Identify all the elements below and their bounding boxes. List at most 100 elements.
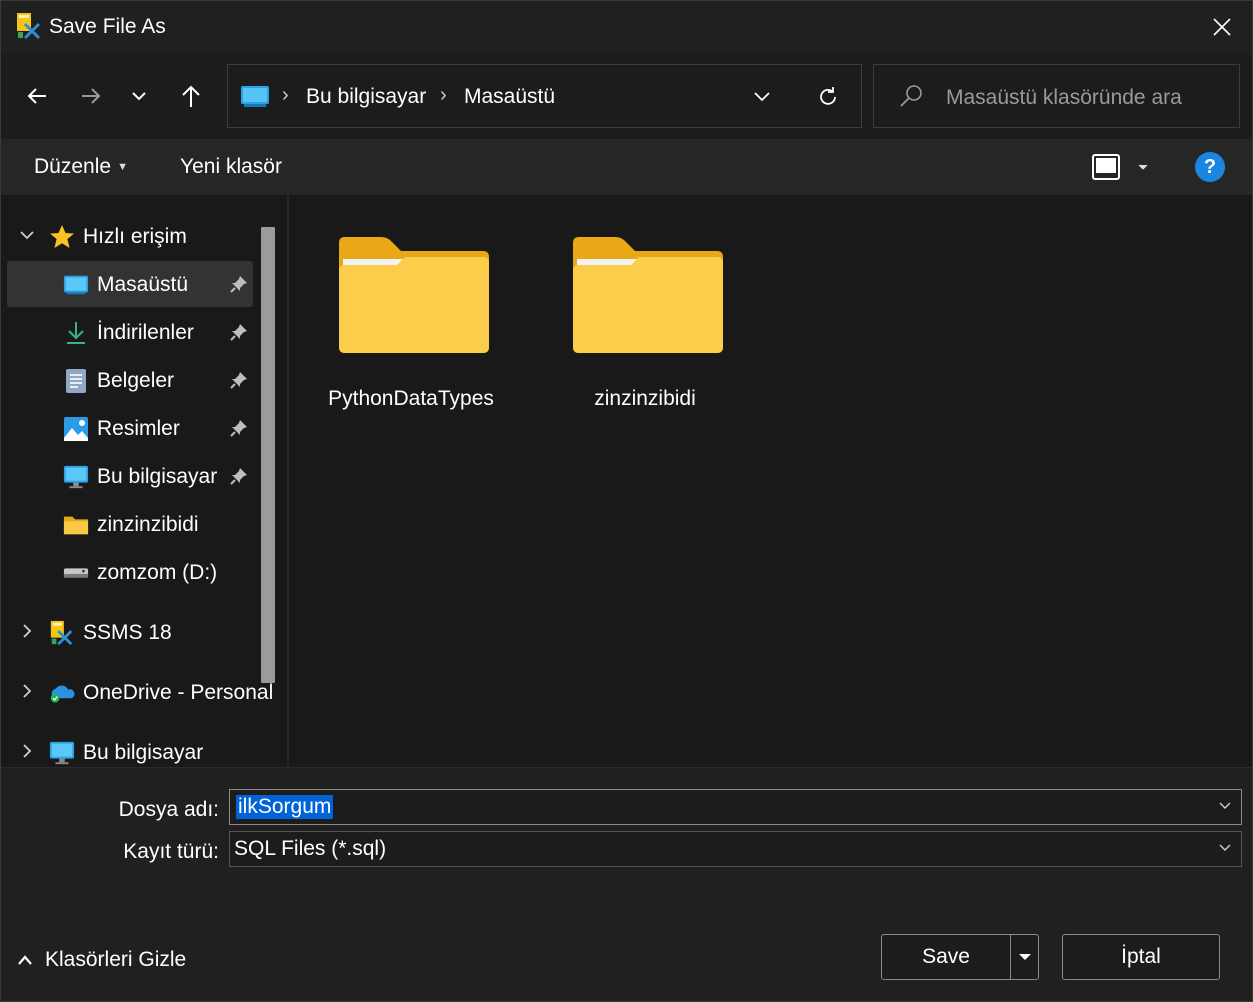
chevron-down-icon (754, 92, 770, 102)
sidebar-item-this-pc[interactable]: Bu bilgisayar (7, 729, 253, 767)
view-pane-icon (1092, 154, 1120, 180)
caret-down-icon (1138, 164, 1148, 170)
sidebar-item-label: zinzinzibidi (97, 513, 199, 536)
navigation-pane: Hızlı erişim Masaüstü İndirilenler Belge… (1, 195, 287, 767)
hide-folders-button[interactable]: Klasörleri Gizle (17, 948, 186, 972)
documents-icon (63, 368, 89, 394)
sidebar-item-zinzinzibidi[interactable]: zinzinzibidi (7, 501, 253, 547)
close-icon (1213, 18, 1231, 36)
chevron-down-icon[interactable] (1217, 798, 1233, 814)
cancel-button[interactable]: İptal (1062, 934, 1220, 980)
computer-icon (240, 85, 270, 114)
title-bar: Save File As (1, 1, 1252, 54)
hide-folders-label: Klasörleri Gizle (45, 948, 187, 971)
file-list: PythonDataTypes zinzinzibidi (289, 195, 1252, 767)
arrow-right-icon (82, 88, 101, 104)
sidebar-item-ssms[interactable]: SSMS 18 (7, 609, 253, 655)
arrow-left-icon (27, 88, 46, 104)
filetype-select[interactable]: SQL Files (*.sql) (229, 831, 1242, 867)
recent-locations-button[interactable] (119, 76, 159, 116)
drive-icon (63, 560, 89, 586)
chevron-right-icon[interactable] (19, 621, 35, 641)
chevron-up-icon (18, 955, 32, 965)
chevron-right-icon[interactable] (19, 681, 35, 701)
sidebar-item-label: Hızlı erişim (83, 225, 187, 248)
folder-name: PythonDataTypes (328, 387, 494, 410)
navigation-bar: › Bu bilgisayar › Masaüstü (1, 54, 1252, 139)
folder-icon (63, 512, 89, 538)
sidebar-item-this-pc-pinned[interactable]: Bu bilgisayar (7, 453, 253, 499)
sidebar-item-label: Resimler (97, 417, 180, 440)
computer-icon (49, 740, 75, 766)
ssms-icon (49, 620, 75, 646)
organize-menu[interactable]: Düzenle ▼ (34, 155, 128, 179)
search-input[interactable] (946, 84, 1226, 112)
forward-button[interactable] (71, 76, 111, 116)
sidebar-item-quick-access[interactable]: Hızlı erişim (7, 213, 253, 259)
pin-icon[interactable] (229, 322, 249, 342)
filename-value[interactable]: ilkSorgum (236, 795, 334, 819)
sidebar-item-pictures[interactable]: Resimler (7, 405, 253, 451)
search-icon (898, 83, 924, 114)
save-file-dialog: Save File As › Bu bilgisayar › Masaüstü … (0, 0, 1253, 1002)
address-history-button[interactable] (746, 83, 778, 111)
chevron-down-icon[interactable] (1217, 840, 1233, 856)
close-button[interactable] (1202, 9, 1242, 45)
pin-icon[interactable] (229, 466, 249, 486)
save-options-pane: Dosya adı: ilkSorgum Kayıt türü: SQL Fil… (1, 767, 1252, 1001)
help-button[interactable]: ? (1195, 152, 1225, 182)
onedrive-icon (49, 680, 75, 706)
filename-label: Dosya adı: (118, 798, 219, 821)
sidebar-item-downloads[interactable]: İndirilenler (7, 309, 253, 355)
command-bar: Düzenle ▼ Yeni klasör ? (1, 139, 1252, 195)
sidebar-item-label: Bu bilgisayar (97, 465, 218, 488)
filename-field[interactable]: ilkSorgum (229, 789, 1242, 825)
ssms-app-icon (15, 12, 43, 40)
arrow-up-icon (182, 85, 200, 107)
breadcrumb-separator: › (282, 84, 289, 106)
chevron-down-icon (132, 92, 146, 101)
pin-icon[interactable] (229, 418, 249, 438)
computer-icon (63, 464, 89, 490)
sidebar-item-drive-d[interactable]: zomzom (D:) (7, 549, 253, 595)
window-title: Save File As (49, 15, 166, 38)
new-folder-button[interactable]: Yeni klasör (180, 155, 282, 179)
change-view-button[interactable] (1091, 151, 1151, 183)
search-box[interactable] (873, 64, 1240, 128)
sidebar-scrollbar[interactable] (261, 227, 275, 683)
sidebar-item-label: Bu bilgisayar (83, 741, 204, 764)
organize-label: Düzenle (34, 155, 112, 178)
sidebar-item-desktop[interactable]: Masaüstü (7, 261, 253, 307)
up-button[interactable] (171, 76, 211, 116)
address-bar[interactable]: › Bu bilgisayar › Masaüstü (227, 64, 862, 128)
save-button[interactable]: Save (881, 934, 1039, 980)
sidebar-item-label: zomzom (D:) (97, 561, 218, 584)
breadcrumb-desktop[interactable]: Masaüstü (464, 85, 555, 109)
save-button-label[interactable]: Save (882, 935, 1010, 979)
sidebar-item-label: İndirilenler (97, 321, 194, 344)
filetype-label: Kayıt türü: (123, 840, 219, 863)
pictures-icon (63, 416, 89, 442)
chevron-right-icon[interactable] (19, 741, 35, 761)
save-options-dropdown[interactable] (1010, 935, 1038, 979)
folder-item[interactable]: PythonDataTypes (311, 225, 511, 425)
back-button[interactable] (17, 76, 57, 116)
breadcrumb-this-pc[interactable]: Bu bilgisayar (306, 85, 426, 109)
sidebar-item-documents[interactable]: Belgeler (7, 357, 253, 403)
folder-icon (337, 231, 491, 360)
pin-icon[interactable] (229, 274, 249, 294)
sidebar-item-label: OneDrive - Personal (83, 681, 274, 704)
sidebar-item-onedrive[interactable]: OneDrive - Personal (7, 669, 273, 715)
desktop-icon (63, 272, 89, 298)
filetype-value: SQL Files (*.sql) (234, 837, 387, 860)
sidebar-item-label: Belgeler (97, 369, 175, 392)
refresh-button[interactable] (812, 81, 844, 113)
caret-down-icon (1018, 954, 1031, 960)
sidebar-item-label: Masaüstü (97, 273, 189, 296)
breadcrumb-separator: › (440, 84, 447, 106)
pin-icon[interactable] (229, 370, 249, 390)
star-icon (49, 224, 75, 250)
folder-name: zinzinzibidi (594, 387, 696, 410)
chevron-down-icon[interactable] (19, 225, 35, 245)
folder-item[interactable]: zinzinzibidi (545, 225, 745, 425)
